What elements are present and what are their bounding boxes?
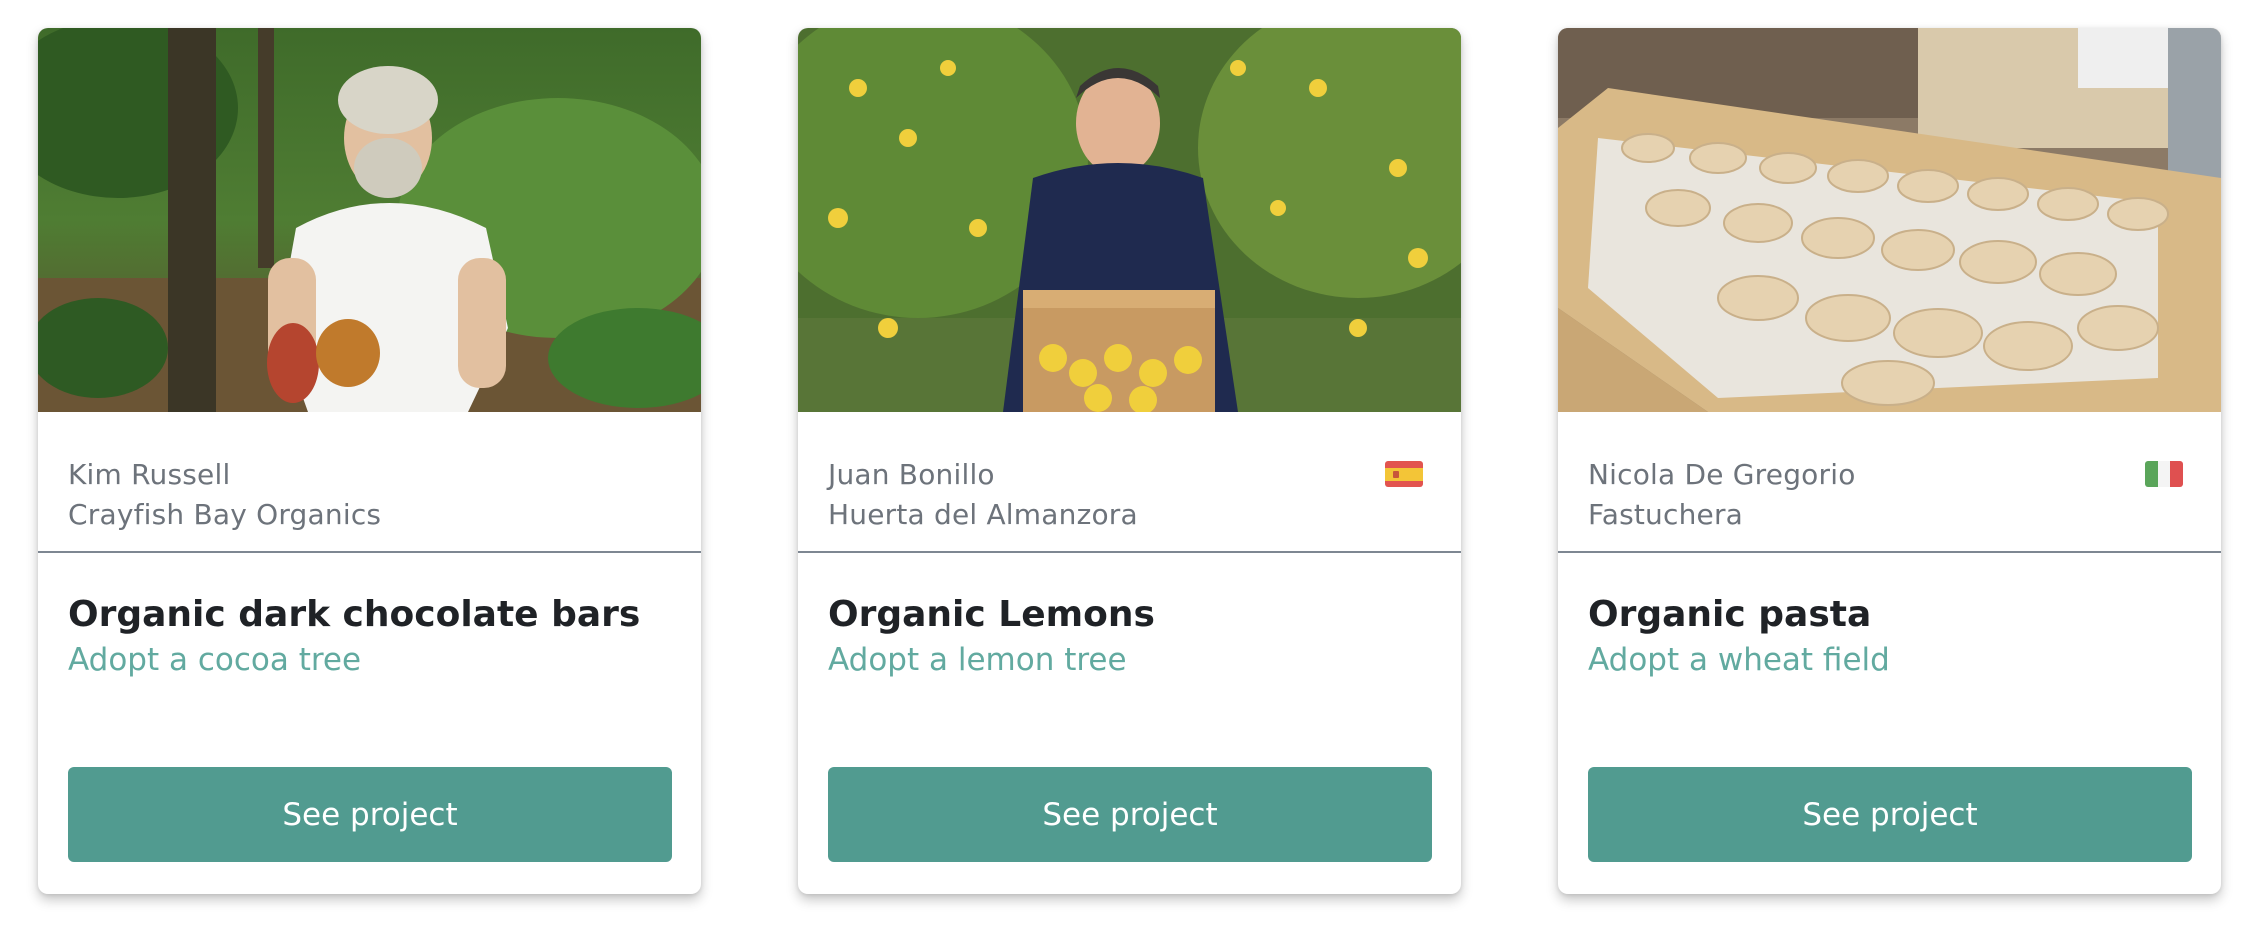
see-project-button[interactable]: See project [828,767,1432,862]
producer-name: Kim Russell [68,458,231,491]
product-title[interactable]: Organic pasta [1588,594,1871,635]
product-title[interactable]: Organic Lemons [828,594,1155,635]
producer-info: Juan Bonillo Huerta del Almanzora [798,412,1461,553]
project-card-lemons[interactable]: Juan Bonillo Huerta del Almanzora Organi… [798,28,1461,894]
product-subtitle: Adopt a cocoa tree [68,642,362,678]
producer-info: Nicola De Gregorio Fastuchera [1558,412,2221,553]
italy-flag-icon [2145,461,2183,487]
product-title[interactable]: Organic dark chocolate bars [68,594,640,635]
cocoa-farmer-photo[interactable] [38,28,701,412]
see-project-button[interactable]: See project [68,767,672,862]
lemon-farmer-photo[interactable] [798,28,1461,412]
producer-name: Juan Bonillo [828,458,995,491]
producer-farm: Crayfish Bay Organics [68,498,382,531]
pasta-drying-photo[interactable] [1558,28,2221,412]
see-project-button[interactable]: See project [1588,767,2192,862]
project-card-pasta[interactable]: Nicola De Gregorio Fastuchera Organic pa… [1558,28,2221,894]
producer-name: Nicola De Gregorio [1588,458,1856,491]
project-card-cocoa[interactable]: Kim Russell Crayfish Bay Organics Organi… [38,28,701,894]
producer-info: Kim Russell Crayfish Bay Organics [38,412,701,553]
spain-flag-icon [1385,461,1423,487]
producer-farm: Huerta del Almanzora [828,498,1138,531]
producer-farm: Fastuchera [1588,498,1744,531]
product-subtitle: Adopt a lemon tree [828,642,1127,678]
project-card-list: Kim Russell Crayfish Bay Organics Organi… [0,0,2250,932]
product-subtitle: Adopt a wheat field [1588,642,1890,678]
